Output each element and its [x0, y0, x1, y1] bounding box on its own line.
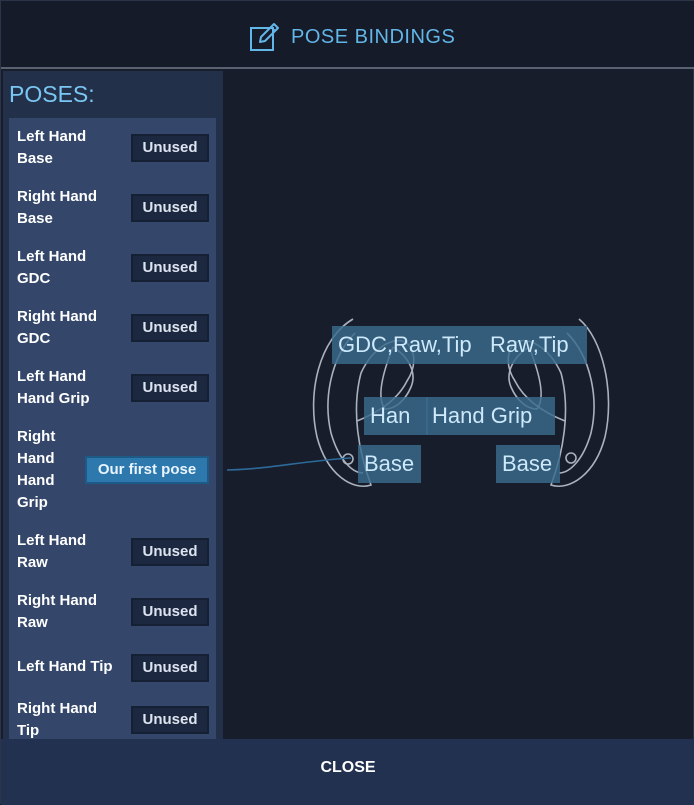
left-hand-grip-tag[interactable]: Han	[364, 397, 428, 435]
pose-label-line: Base	[17, 150, 53, 167]
left-gdc-raw-tip-tag[interactable]: GDC,Raw,Tip	[332, 326, 484, 364]
pose-label-line: Grip	[17, 494, 48, 511]
pose-label-line: GDC	[17, 330, 51, 347]
pose-label-line: Hand	[17, 472, 55, 489]
pose-label-line: Left Hand	[17, 248, 87, 265]
pose-row-right-hand-grip: Right Hand Hand Grip Our first pose	[9, 418, 216, 522]
pose-label-line: Right Hand	[17, 308, 97, 325]
pose-bindings-dialog: POSE BINDINGS POSES: Left Hand Base Unus…	[0, 0, 694, 805]
pose-label: Right Hand Tip	[17, 698, 97, 742]
pose-row-right-hand-base: Right Hand Base Unused	[9, 178, 216, 238]
dialog-title: POSE BINDINGS	[291, 25, 456, 48]
pose-label: Left Hand Hand Grip	[17, 366, 90, 410]
poses-heading: POSES:	[9, 81, 95, 107]
pose-binding-button[interactable]: Unused	[131, 374, 209, 402]
pose-row-left-hand-tip: Left Hand Tip Unused	[9, 642, 216, 694]
pose-row-left-hand-gdc: Left Hand GDC Unused	[9, 238, 216, 298]
pose-label: Right Hand GDC	[17, 306, 97, 350]
pose-binding-button[interactable]: Unused	[131, 314, 209, 342]
pose-row-right-hand-raw: Right Hand Raw Unused	[9, 582, 216, 642]
pose-label-line: Left Hand	[17, 368, 87, 385]
edit-icon	[250, 23, 279, 51]
pose-label-line: GDC	[17, 270, 51, 287]
close-button[interactable]: CLOSE	[301, 753, 395, 783]
pose-label: Right Hand Raw	[17, 590, 97, 634]
pose-binding-button[interactable]: Unused	[131, 194, 209, 222]
pose-row-left-hand-raw: Left Hand Raw Unused	[9, 522, 216, 582]
pose-label: Right Hand Hand Grip	[17, 426, 55, 514]
right-hand-grip-tag[interactable]: Hand Grip	[426, 397, 555, 435]
pose-list[interactable]: Left Hand Base Unused Right Hand Base Un…	[9, 118, 216, 746]
pose-binding-button[interactable]: Unused	[131, 254, 209, 282]
pose-label-line: Left Hand	[17, 532, 87, 549]
header-title-group: POSE BINDINGS	[249, 21, 455, 53]
pose-label: Left Hand Tip	[17, 656, 113, 678]
pose-row-right-hand-gdc: Right Hand GDC Unused	[9, 298, 216, 358]
right-gdc-raw-tip-tag[interactable]: Raw,Tip	[484, 326, 587, 364]
pose-label-line: Left Hand Tip	[17, 658, 113, 675]
pose-binding-button[interactable]: Unused	[131, 134, 209, 162]
pose-label-line: Hand	[17, 450, 55, 467]
pose-label-line: Right Hand	[17, 700, 97, 717]
pose-label: Left Hand Base	[17, 126, 86, 170]
pose-label: Right Hand Base	[17, 186, 97, 230]
poses-panel: POSES: Left Hand Base Unused Right Hand …	[3, 71, 223, 746]
dialog-footer: CLOSE	[1, 739, 694, 805]
pose-binding-button[interactable]: Unused	[131, 706, 209, 734]
pose-binding-button[interactable]: Unused	[131, 598, 209, 626]
pose-label-line: Raw	[17, 554, 48, 571]
pose-binding-button[interactable]: Unused	[131, 538, 209, 566]
pose-label-line: Left Hand	[17, 128, 87, 145]
pose-binding-button[interactable]: Unused	[131, 654, 209, 682]
pose-label: Left Hand Raw	[17, 530, 86, 574]
pose-binding-button-active[interactable]: Our first pose	[85, 456, 209, 484]
dialog-header: POSE BINDINGS	[1, 1, 694, 69]
left-base-tag[interactable]: Base	[358, 445, 421, 483]
pose-label-line: Right Hand	[17, 188, 97, 205]
pose-label-line: Hand Grip	[17, 390, 90, 407]
pose-row-left-hand-grip: Left Hand Hand Grip Unused	[9, 358, 216, 418]
pose-label-line: Raw	[17, 614, 48, 631]
right-base-tag[interactable]: Base	[496, 445, 560, 483]
pose-label-line: Base	[17, 210, 53, 227]
pose-label-line: Right Hand	[17, 592, 97, 609]
pose-row-left-hand-base: Left Hand Base Unused	[9, 118, 216, 178]
pose-label-line: Right	[17, 428, 56, 445]
pose-label: Left Hand GDC	[17, 246, 86, 290]
